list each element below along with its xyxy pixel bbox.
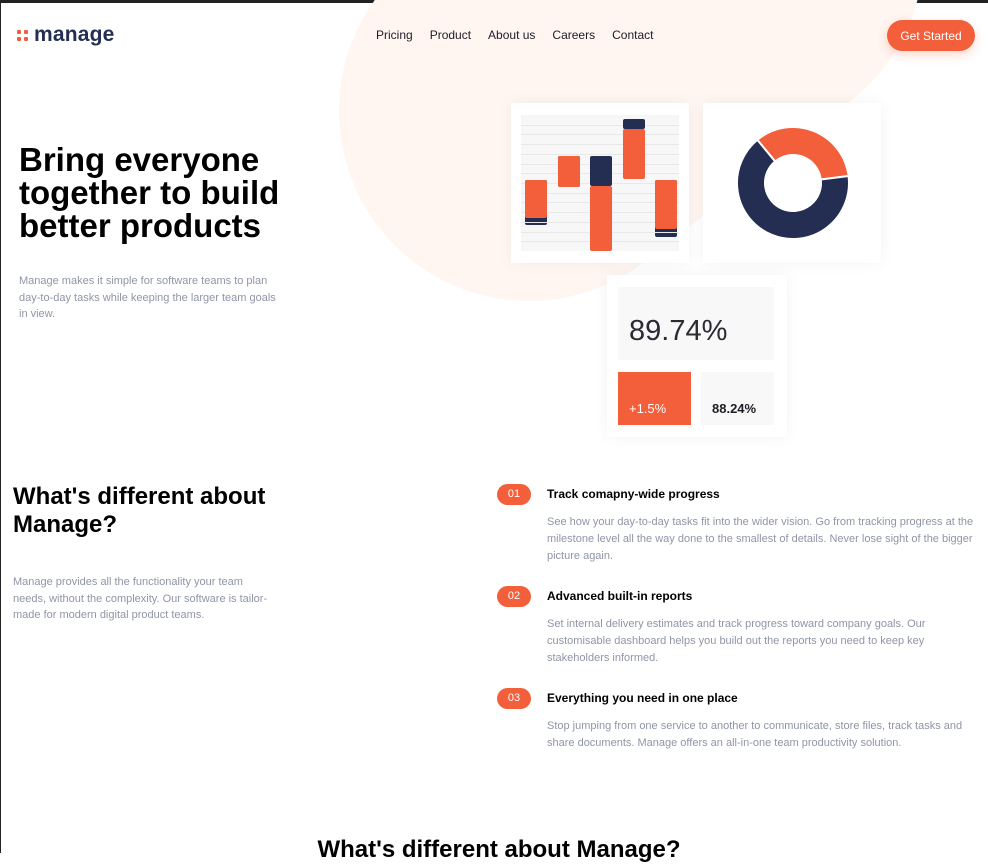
hero-title: Bring everyone together to build better …: [19, 141, 280, 244]
stat-secondary-value: 88.24%: [712, 401, 757, 416]
feature-title: Track comapny-wide progress: [547, 487, 720, 501]
bottom-section-title: What's different about Manage?: [317, 836, 681, 863]
bar-chart: [521, 115, 679, 251]
stat-change-value: +1.5%: [629, 401, 667, 416]
chart-gridline: [521, 124, 679, 126]
chart-bar-navy: [590, 155, 612, 186]
stat-main-box: 89.74%: [618, 287, 774, 360]
chart-bar-orange: [622, 128, 645, 179]
top-navigation: manage Pricing Product About us Careers …: [1, 3, 988, 73]
chart-gridline: [521, 134, 679, 136]
feature-number-badge: 01: [497, 484, 531, 505]
feature-item: 02 Advanced built-in reports Set interna…: [497, 586, 977, 676]
feature-number-badge: 03: [497, 688, 531, 709]
differences-title: What's different about Manage?: [13, 483, 266, 538]
bar-chart-card: [511, 103, 689, 263]
chart-bar-orange: [655, 180, 677, 230]
nav-menu: Pricing Product About us Careers Contact: [376, 28, 653, 42]
chart-bar-navy: [622, 119, 645, 129]
stat-change-box: +1.5%: [618, 372, 691, 425]
donut-slice: [755, 126, 850, 181]
feature-description: Stop jumping from one service to another…: [547, 720, 963, 749]
feature-description: See how your day-to-day tasks fit into t…: [547, 516, 974, 562]
hero-description: Manage makes it simple for software team…: [19, 275, 276, 320]
feature-item: 01 Track comapny-wide progress See how y…: [497, 484, 977, 574]
logo-text: manage: [34, 23, 115, 46]
nav-link-careers[interactable]: Careers: [552, 28, 595, 42]
stat-main-value: 89.74%: [629, 315, 728, 347]
logo[interactable]: manage: [17, 23, 115, 47]
donut-chart-card: [703, 103, 881, 263]
chart-gridline: [521, 144, 679, 146]
differences-description: Manage provides all the functionality yo…: [13, 576, 268, 621]
donut-chart: [736, 126, 850, 240]
chart-gridline: [521, 153, 679, 155]
feature-title: Advanced built-in reports: [547, 589, 693, 603]
nav-link-product[interactable]: Product: [430, 28, 471, 42]
logo-dots-icon: [17, 29, 28, 41]
chart-bar-orange: [557, 155, 580, 188]
chart-bar-orange: [525, 180, 547, 219]
stat-secondary-box: 88.24%: [701, 372, 774, 425]
chart-bar-orange: [590, 185, 612, 251]
feature-description: Set internal delivery estimates and trac…: [547, 618, 926, 664]
nav-link-about-us[interactable]: About us: [488, 28, 535, 42]
nav-link-contact[interactable]: Contact: [612, 28, 653, 42]
feature-title: Everything you need in one place: [547, 691, 738, 705]
get-started-button[interactable]: Get Started: [887, 20, 975, 51]
nav-link-pricing[interactable]: Pricing: [376, 28, 413, 42]
feature-item: 03 Everything you need in one place Stop…: [497, 688, 977, 758]
stats-card: 89.74% +1.5% 88.24%: [607, 275, 787, 437]
feature-number-badge: 02: [497, 586, 531, 607]
